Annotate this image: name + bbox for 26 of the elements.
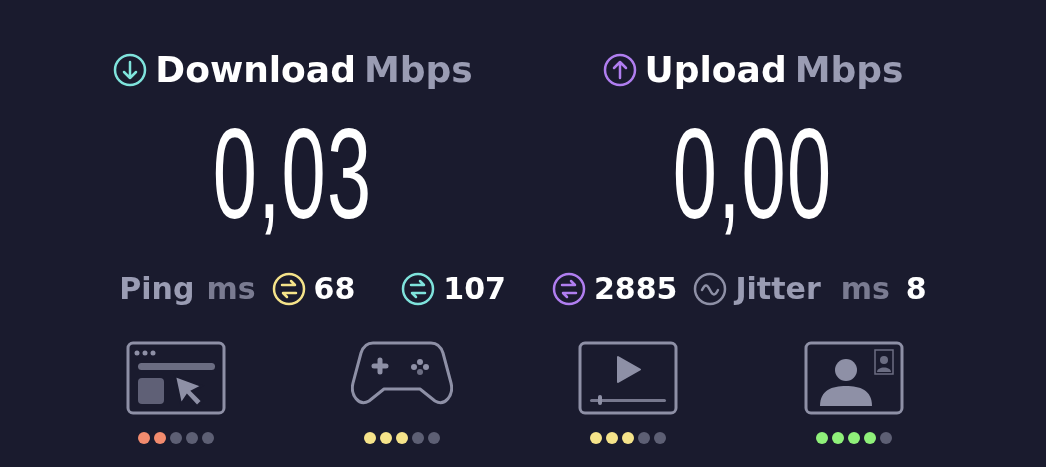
rating-dot xyxy=(880,432,892,444)
speed-value: 0,03 xyxy=(213,110,373,238)
download-label: Download xyxy=(155,52,356,88)
rating-dot xyxy=(654,432,666,444)
ping-value: 68 xyxy=(313,274,356,304)
upload-unit: Mbps xyxy=(794,52,904,88)
rating-dot xyxy=(202,432,214,444)
browser-cursor-icon xyxy=(125,340,227,416)
jitter-label: Jitter xyxy=(735,274,821,304)
rating-dot xyxy=(428,432,440,444)
speed-value: 0,00 xyxy=(673,110,833,238)
upload-label: Upload xyxy=(644,52,787,88)
jitter-value: 8 xyxy=(905,274,927,304)
rating-dot xyxy=(170,432,182,444)
jitter-icon xyxy=(693,272,728,306)
download-unit: Mbps xyxy=(363,52,473,88)
rating-dot xyxy=(186,432,198,444)
rating-dot xyxy=(412,432,424,444)
jitter-unit: ms xyxy=(840,274,890,304)
ping-unit: ms xyxy=(206,274,256,304)
video-player-icon xyxy=(577,340,679,416)
person-video-icon xyxy=(803,340,905,416)
ping-label: Ping xyxy=(119,274,195,304)
ping-value: 2885 xyxy=(593,274,678,304)
rating-dot xyxy=(638,432,650,444)
ping-value: 107 xyxy=(443,274,506,304)
